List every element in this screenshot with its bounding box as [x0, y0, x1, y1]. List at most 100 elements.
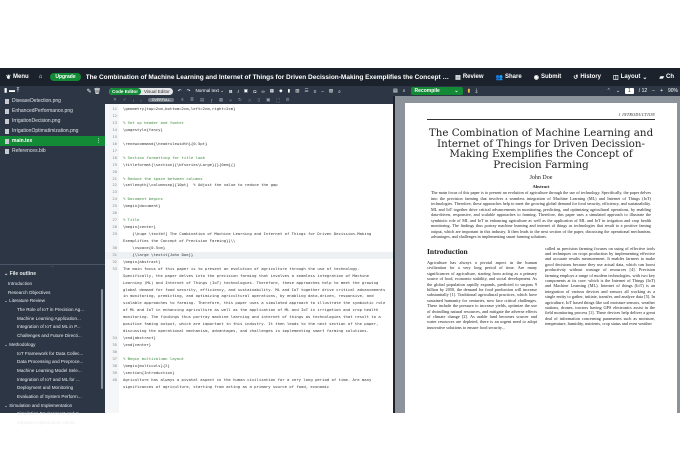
save-icon[interactable]: ▣ [266, 97, 270, 103]
redo-icon[interactable]: ↷ [187, 88, 191, 94]
file-item[interactable]: DiseaseDetection.png [0, 96, 105, 106]
outline-item[interactable]: Challenges and Future Directi... [0, 332, 98, 341]
code-line[interactable]: 36 [105, 349, 395, 356]
check-icon[interactable]: ✓ [123, 97, 127, 103]
chevron-right-icon[interactable]: › [140, 98, 142, 103]
file-item[interactable]: EnhancedPerformance.png [0, 106, 105, 116]
layout-button[interactable]: ◫ Layout ⌄ [607, 74, 653, 81]
outline-item[interactable]: Research Objectives [0, 289, 98, 298]
delete-icon[interactable]: 🗑 [93, 89, 101, 95]
outline-scrollbar[interactable] [101, 289, 103, 389]
code-line[interactable]: 34 \end{abstract} [105, 335, 395, 342]
code-line[interactable]: 39 \section{Introduction} [105, 370, 395, 377]
outline-item[interactable]: The Role of IoT in Precision Ag... [0, 306, 98, 315]
zoom-out-icon[interactable]: − [652, 88, 655, 94]
upgrade-button[interactable]: Upgrade [50, 73, 81, 81]
outline-item[interactable]: Irrigation Optimization Simul... [0, 419, 98, 428]
bold-icon[interactable]: B [229, 89, 232, 94]
project-title[interactable]: The Combination of Machine Learning and … [86, 74, 450, 81]
code-line[interactable]: 11 \geometry{top=2cm,bottom=2cm,left=2cm,… [105, 106, 395, 113]
search-icon[interactable]: ⌕ [338, 89, 341, 94]
code-line[interactable]: 27 % Title [105, 217, 395, 224]
table-icon[interactable]: ▥ [295, 88, 299, 94]
link-icon[interactable]: ∞ [262, 89, 265, 94]
code-line[interactable]: 16 \renewcommand{\headrulewidth}{0.5pt} [105, 141, 395, 148]
rename-icon[interactable]: ✎ [87, 89, 92, 95]
search-icon[interactable]: ⌕ [403, 88, 406, 94]
code-area[interactable]: 11 \geometry{top=2cm,bottom=2cm,left=2cm,… [105, 104, 395, 413]
expand-icon[interactable]: ⛶ [276, 98, 279, 103]
doc-icon[interactable]: ▤ [200, 97, 204, 103]
code-line[interactable]: 38 \begin{multicols}{2} [105, 363, 395, 370]
outline-item[interactable]: Machine Learning Application... [0, 315, 98, 324]
page-number-input[interactable]: 1 [625, 88, 634, 94]
outline-item[interactable]: Machine Learning Model Sele... [0, 367, 98, 376]
outline-item[interactable]: Evaluation of System Perform... [0, 393, 98, 402]
file-item[interactable]: IrrigationDecision.png [0, 116, 105, 126]
menu-button[interactable]: ❦ Menu [0, 74, 35, 81]
file-item[interactable]: IrrigationOptimatimization.png [0, 126, 105, 136]
code-line[interactable]: 14 \pagestyle{fancy} [105, 127, 395, 134]
chevron-left-icon[interactable]: ‹ [133, 98, 135, 103]
code-line[interactable]: 28 \begin{center} [105, 224, 395, 231]
outline-item[interactable]: Data Processing and Preproce... [0, 358, 98, 367]
zoom-level[interactable]: 90% [668, 88, 680, 94]
italic-icon[interactable]: I [237, 89, 238, 94]
code-line[interactable]: 22 \setlength{\columnsep}{10pt} % Adjust … [105, 182, 395, 189]
code-line[interactable]: 15 [105, 134, 395, 141]
logs-icon[interactable]: ▮ [468, 88, 471, 94]
undo-icon[interactable]: ↶ [178, 88, 182, 94]
file-item[interactable]: References.bib [0, 146, 105, 156]
code-line[interactable]: 20 [105, 169, 395, 176]
file-item[interactable]: main.tex ⋮ [0, 136, 105, 146]
share-button[interactable]: 👥 Share [490, 74, 528, 81]
code-line[interactable]: 17 [105, 148, 395, 155]
code-line[interactable]: 18 % Section formatting for title look [105, 155, 395, 162]
more-icon[interactable]: ⋮ [96, 138, 101, 144]
save-icon[interactable]: ▤ [393, 88, 398, 94]
symbol-icon[interactable]: Ω [253, 89, 256, 94]
code-line[interactable]: 12 [105, 113, 395, 120]
code-line[interactable]: 23 [105, 189, 395, 196]
chat-button[interactable]: ▰ Ch [653, 74, 680, 81]
code-line[interactable]: 29 {\huge \textbf{ The Combination of Ma… [105, 231, 395, 245]
prev-page-icon[interactable]: ⌃ [607, 88, 611, 94]
format-icon[interactable]: ⁜ [180, 97, 184, 103]
code-line[interactable]: 30 \vspace{0.5cm} [105, 245, 395, 252]
outline-item[interactable]: Introduction [0, 280, 98, 289]
function-icon[interactable]: ƒ [210, 98, 213, 103]
upload-icon[interactable]: ⤒ [17, 88, 20, 94]
close-icon[interactable]: ✕ [113, 97, 117, 103]
refresh-icon[interactable]: ↻ [238, 97, 242, 103]
new-folder-icon[interactable]: ▬ [9, 88, 15, 94]
branch-icon[interactable]: ⤬ [248, 98, 252, 103]
history-button[interactable]: ↺ History [567, 74, 607, 81]
numbered-list-icon[interactable]: ≡ [314, 89, 317, 94]
overfull-badge[interactable]: OVERFULL [147, 98, 175, 102]
indent-icon[interactable]: ≣ [190, 97, 194, 103]
outline-item[interactable]: Simulation Environment and S... [0, 410, 98, 419]
next-page-icon[interactable]: ⌄ [616, 88, 620, 94]
code-line[interactable]: 13 % Set up header and footer [105, 120, 395, 127]
submit-button[interactable]: ◉ Submit [528, 74, 568, 81]
settings-icon[interactable]: ⚙ [286, 97, 290, 103]
figure-icon[interactable]: ▮ [288, 88, 291, 94]
zoom-in-icon[interactable]: + [660, 88, 663, 94]
code-line[interactable]: 32 \begin{abstract} [105, 259, 395, 266]
list-icon[interactable]: ☰ [305, 88, 309, 94]
code-line[interactable]: 19 \titleformat{\section}{\bfseries\Large… [105, 162, 395, 169]
text-style-dropdown[interactable]: Normal text ⌄ [195, 88, 224, 94]
comment-icon[interactable]: ▧ [329, 88, 333, 94]
math-icon[interactable]: ▣ [244, 88, 248, 94]
outline-item[interactable]: Integration of IoT and ML for ... [0, 376, 98, 385]
outline-item[interactable]: ⌄ Simulation and Implementation [0, 402, 98, 411]
split-icon[interactable]: ⑂ [229, 98, 232, 103]
code-line[interactable]: 35 \end{center} [105, 342, 395, 349]
grid-icon[interactable]: ▦ [219, 97, 223, 103]
chevron-down-icon[interactable]: ⌄ [454, 88, 458, 94]
new-file-icon[interactable]: ▮ [4, 88, 7, 94]
code-line[interactable]: 21 % Reduce the space between columns [105, 176, 395, 183]
outline-item[interactable]: ⌄ Literature Review [0, 297, 98, 306]
recompile-button[interactable]: Recompile ⌄ [410, 87, 463, 95]
outline-item[interactable]: IoT Framework for Data Collec... [0, 350, 98, 359]
